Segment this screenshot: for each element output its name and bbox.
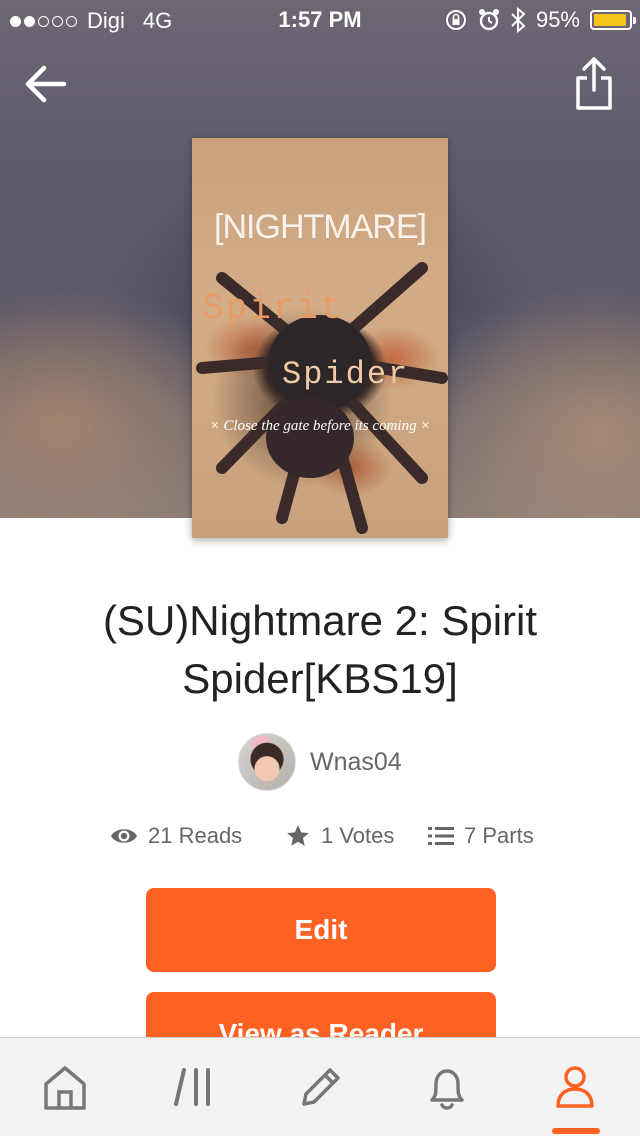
- battery-level: [594, 14, 627, 26]
- star-icon: [287, 825, 309, 846]
- tab-bar: [0, 1037, 640, 1136]
- author-name[interactable]: Wnas04: [310, 748, 402, 777]
- list-icon: [428, 827, 454, 845]
- parts-count: 7 Parts: [464, 823, 534, 848]
- edit-button[interactable]: Edit: [146, 888, 496, 972]
- cover-title-line: Spirit: [202, 288, 344, 329]
- eye-icon: [111, 829, 137, 843]
- profile-icon: [556, 1066, 594, 1108]
- author-link[interactable]: Wnas04: [238, 733, 402, 791]
- reads-count: 21 Reads: [148, 823, 243, 848]
- bell-icon: [430, 1069, 464, 1110]
- arrow-left-icon: [25, 65, 67, 103]
- share-icon: [576, 57, 612, 110]
- story-stats: 21 Reads 1 Votes 7 Parts: [0, 823, 640, 859]
- rotation-lock-icon: [445, 10, 466, 30]
- battery-tip: [633, 17, 636, 24]
- share-button[interactable]: [574, 56, 614, 112]
- library-icon: [174, 1068, 210, 1106]
- status-right: 95%: [444, 7, 636, 33]
- tab-home[interactable]: [40, 1062, 90, 1112]
- tab-write[interactable]: [296, 1062, 346, 1112]
- status-bar: Digi 4G 1:57 PM 95%: [0, 0, 640, 40]
- story-title: (SU)Nightmare 2: Spirit Spider[KBS19]: [102, 597, 538, 702]
- cover-title-line: [NIGHTMARE]: [214, 208, 427, 246]
- bluetooth-icon: [511, 7, 526, 33]
- votes-stat: 1 Votes: [285, 823, 394, 849]
- cover-tagline: × Close the gate before its coming ×: [209, 418, 431, 434]
- active-tab-indicator: [552, 1128, 600, 1134]
- tab-library[interactable]: [170, 1062, 220, 1112]
- tab-notifications[interactable]: [422, 1062, 472, 1112]
- home-icon: [44, 1066, 86, 1110]
- battery-icon: [590, 10, 636, 30]
- reads-stat: 21 Reads: [110, 823, 242, 849]
- spider-illustration: [196, 262, 448, 534]
- tab-profile[interactable]: [550, 1062, 600, 1112]
- cover-title-line: Spider: [282, 356, 410, 393]
- pencil-icon: [302, 1068, 340, 1106]
- parts-stat: 7 Parts: [428, 823, 534, 849]
- votes-count: 1 Votes: [321, 823, 395, 848]
- alarm-icon: [478, 9, 499, 31]
- avatar[interactable]: [238, 733, 296, 791]
- back-button[interactable]: [22, 60, 70, 108]
- book-cover[interactable]: [NIGHTMARE] Spirit Spider × Close the ga…: [192, 138, 448, 538]
- battery-percent: 95%: [535, 7, 580, 32]
